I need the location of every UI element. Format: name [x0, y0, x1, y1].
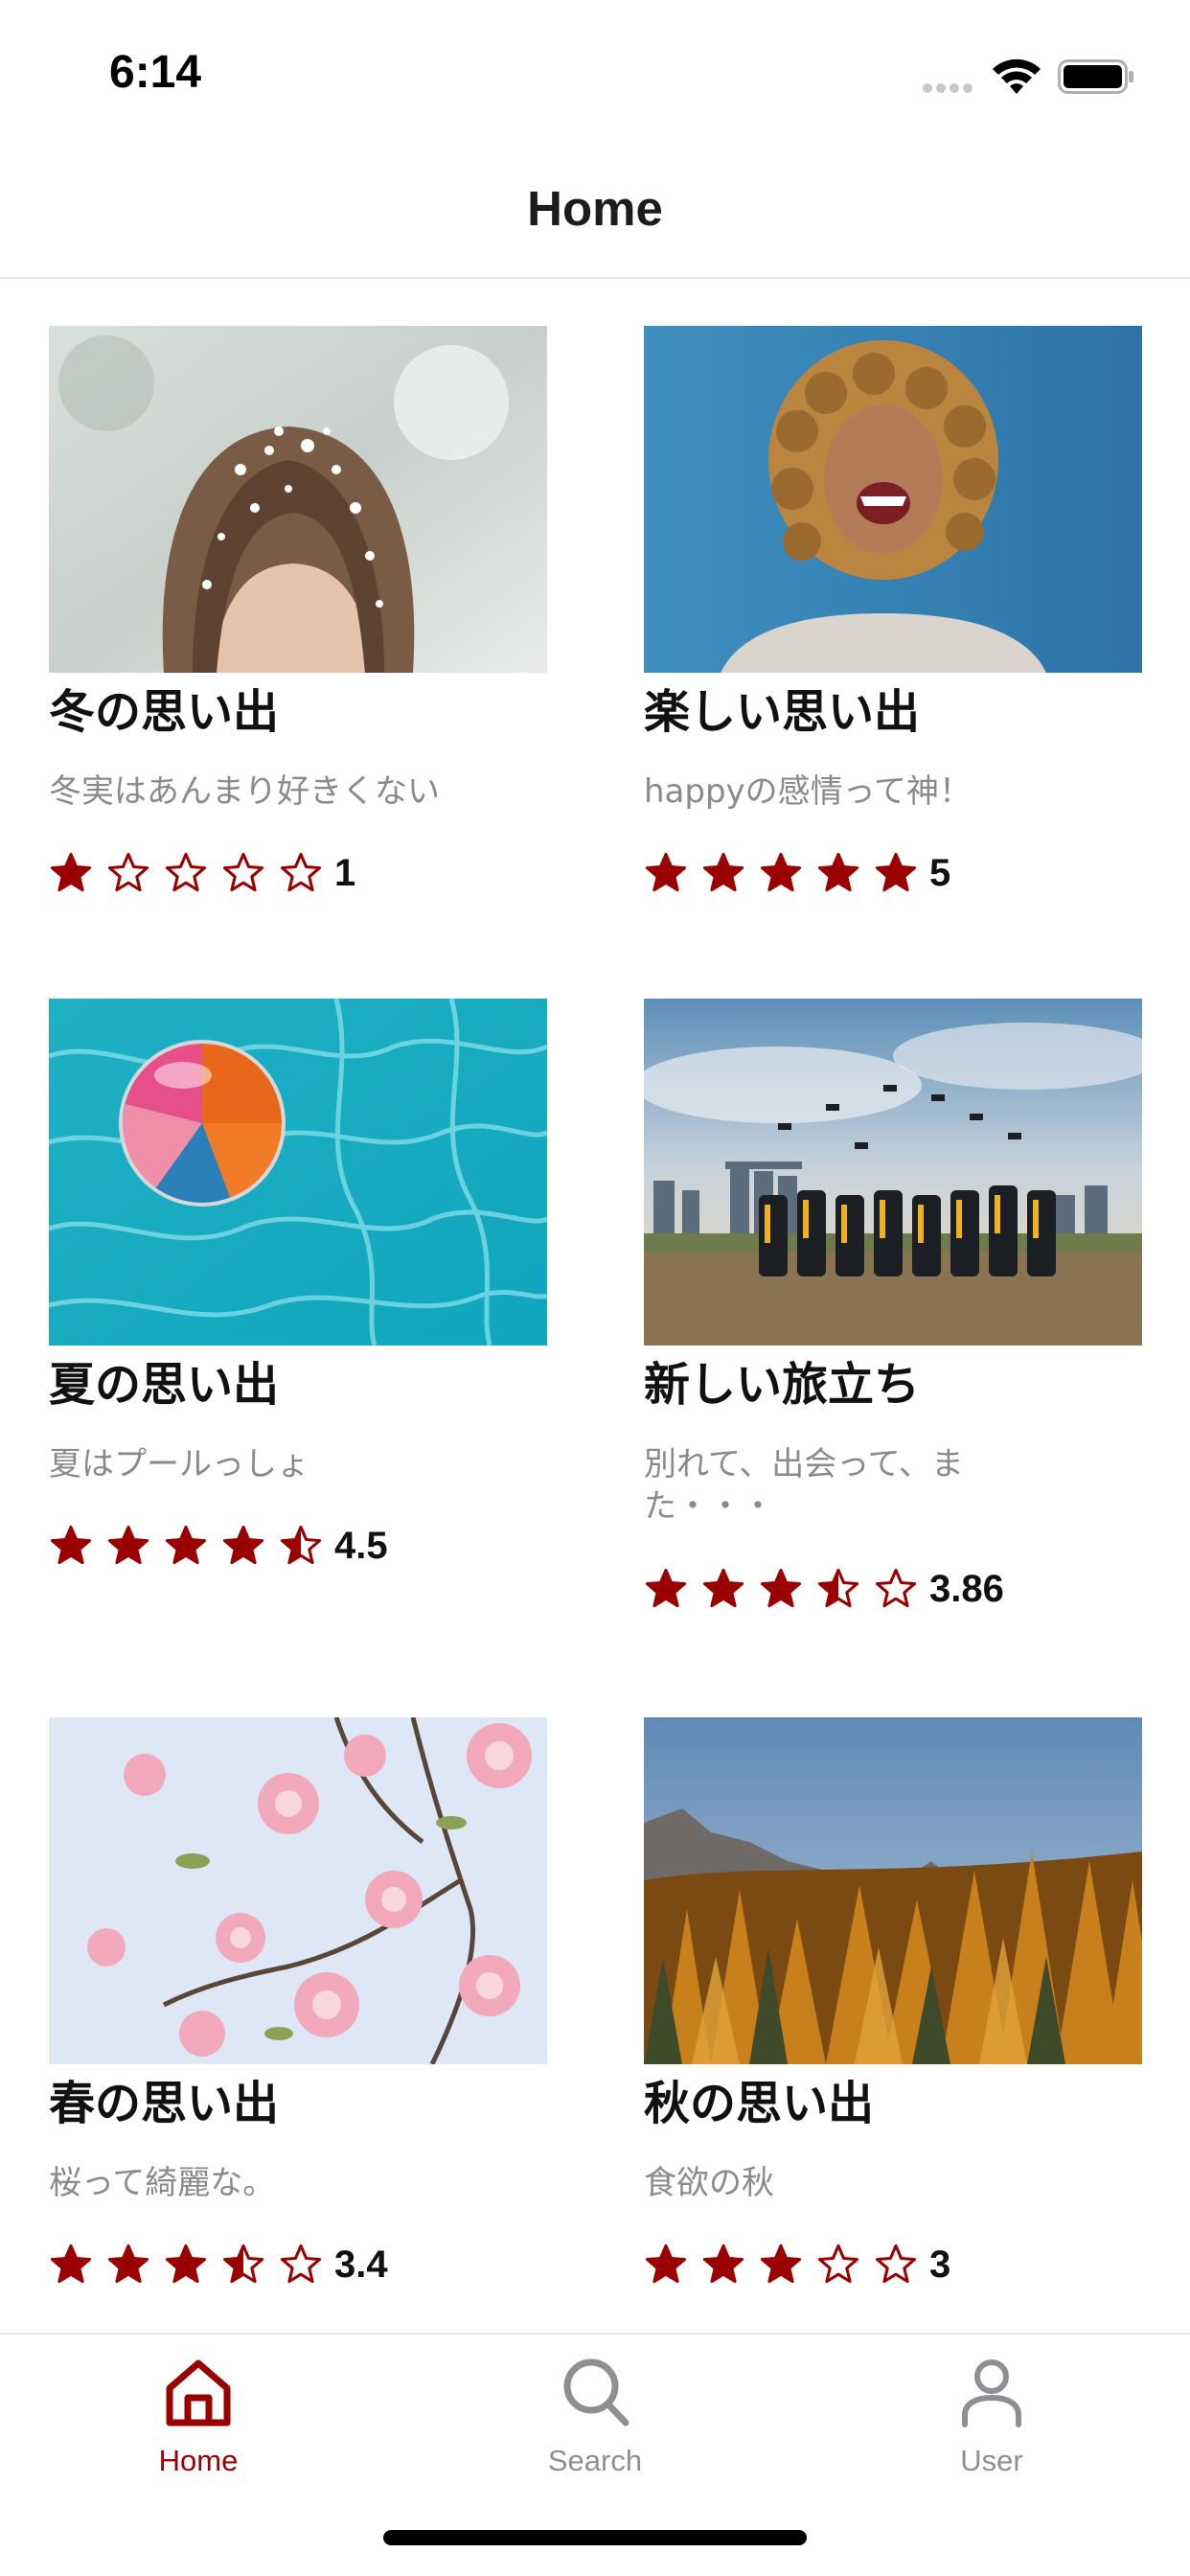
- tab-user[interactable]: User: [896, 2354, 1087, 2497]
- tab-label: User: [960, 2444, 1023, 2477]
- tab-search[interactable]: Search: [499, 2354, 691, 2497]
- star-empty-icon: [165, 852, 207, 892]
- rating-value: 5: [929, 851, 951, 894]
- navigation-bar: Home: [0, 144, 1190, 279]
- star-rating: 3.4: [49, 2242, 388, 2287]
- star-rating: 3.86: [644, 1567, 1004, 1611]
- beach-ball-pool-photo: [49, 999, 547, 1346]
- card-title: 新しい旅立ち: [644, 1358, 921, 1412]
- star-filled-icon: [222, 1525, 264, 1565]
- blossom-branch-photo: [49, 1717, 547, 2064]
- star-rating: 5: [644, 851, 950, 895]
- star-empty-icon: [280, 2243, 322, 2284]
- tab-label: Search: [547, 2444, 643, 2477]
- star-empty-icon: [222, 852, 264, 892]
- page-title: Home: [527, 181, 663, 236]
- star-filled-icon: [645, 2243, 687, 2284]
- card-title: 夏の思い出: [49, 1358, 280, 1412]
- status-bar: 6:14: [0, 0, 1190, 144]
- curly-hair-laughing-photo: [644, 326, 1142, 673]
- star-empty-icon: [817, 2243, 859, 2284]
- autumn-forest-photo: [644, 1717, 1142, 2064]
- star-filled-icon: [760, 2243, 802, 2284]
- home-icon: [166, 2359, 231, 2426]
- star-filled-icon: [760, 852, 802, 892]
- star-empty-icon: [107, 852, 149, 892]
- battery-icon: [1058, 59, 1133, 94]
- home-screen: 6:14 Home 冬の思い出 冬実はあんまり好きくない 1 楽しい思い出 ha…: [0, 0, 1190, 2576]
- star-filled-icon: [107, 2243, 149, 2284]
- card-description: 夏はプールっしょ: [49, 1445, 309, 1484]
- star-rating: 4.5: [49, 1524, 388, 1568]
- cellular-signal-icon: [923, 83, 973, 93]
- home-indicator: [383, 2530, 807, 2545]
- star-filled-icon: [760, 1568, 802, 1608]
- rating-value: 3.86: [929, 1567, 1004, 1610]
- search-icon: [563, 2358, 629, 2426]
- star-filled-icon: [645, 852, 687, 892]
- star-half-icon: [280, 1525, 322, 1565]
- star-rating: 3: [644, 2242, 950, 2287]
- star-filled-icon: [702, 852, 744, 892]
- user-icon: [962, 2359, 1021, 2427]
- rating-value: 3: [929, 2242, 951, 2286]
- rating-value: 3.4: [334, 2242, 388, 2286]
- star-empty-icon: [875, 2243, 917, 2284]
- graduation-caps-photo: [644, 999, 1142, 1346]
- status-time: 6:14: [109, 47, 202, 98]
- star-filled-icon: [702, 2243, 744, 2284]
- star-filled-icon: [50, 2243, 92, 2284]
- star-filled-icon: [875, 852, 917, 892]
- star-half-icon: [222, 2243, 264, 2284]
- star-filled-icon: [645, 1568, 687, 1608]
- star-filled-icon: [817, 852, 859, 892]
- card-description: 別れて、出会って、また・・・: [644, 1445, 964, 1526]
- card-description: happyの感情って神！: [644, 772, 972, 811]
- rating-value: 1: [334, 851, 356, 894]
- star-filled-icon: [165, 2243, 207, 2284]
- rating-value: 4.5: [334, 1524, 388, 1567]
- card-title: 楽しい思い出: [644, 685, 921, 739]
- star-filled-icon: [702, 1568, 744, 1608]
- star-empty-icon: [875, 1568, 917, 1608]
- star-half-icon: [817, 1568, 859, 1608]
- card-title: 冬の思い出: [49, 685, 280, 739]
- tab-label: Home: [158, 2444, 239, 2477]
- star-empty-icon: [280, 852, 322, 892]
- star-filled-icon: [50, 852, 92, 892]
- star-rating: 1: [49, 851, 355, 895]
- card-title: 春の思い出: [49, 2077, 280, 2130]
- card-description: 桜って綺麗な。: [49, 2164, 276, 2202]
- snow-hair-photo: [49, 326, 547, 673]
- card-description: 冬実はあんまり好きくない: [49, 772, 440, 811]
- wifi-icon: [993, 58, 1041, 94]
- card-title: 秋の思い出: [644, 2077, 875, 2130]
- card-description: 食欲の秋: [644, 2164, 774, 2202]
- star-filled-icon: [107, 1525, 149, 1565]
- star-filled-icon: [165, 1525, 207, 1565]
- star-filled-icon: [50, 1525, 92, 1565]
- tab-home[interactable]: Home: [103, 2354, 294, 2497]
